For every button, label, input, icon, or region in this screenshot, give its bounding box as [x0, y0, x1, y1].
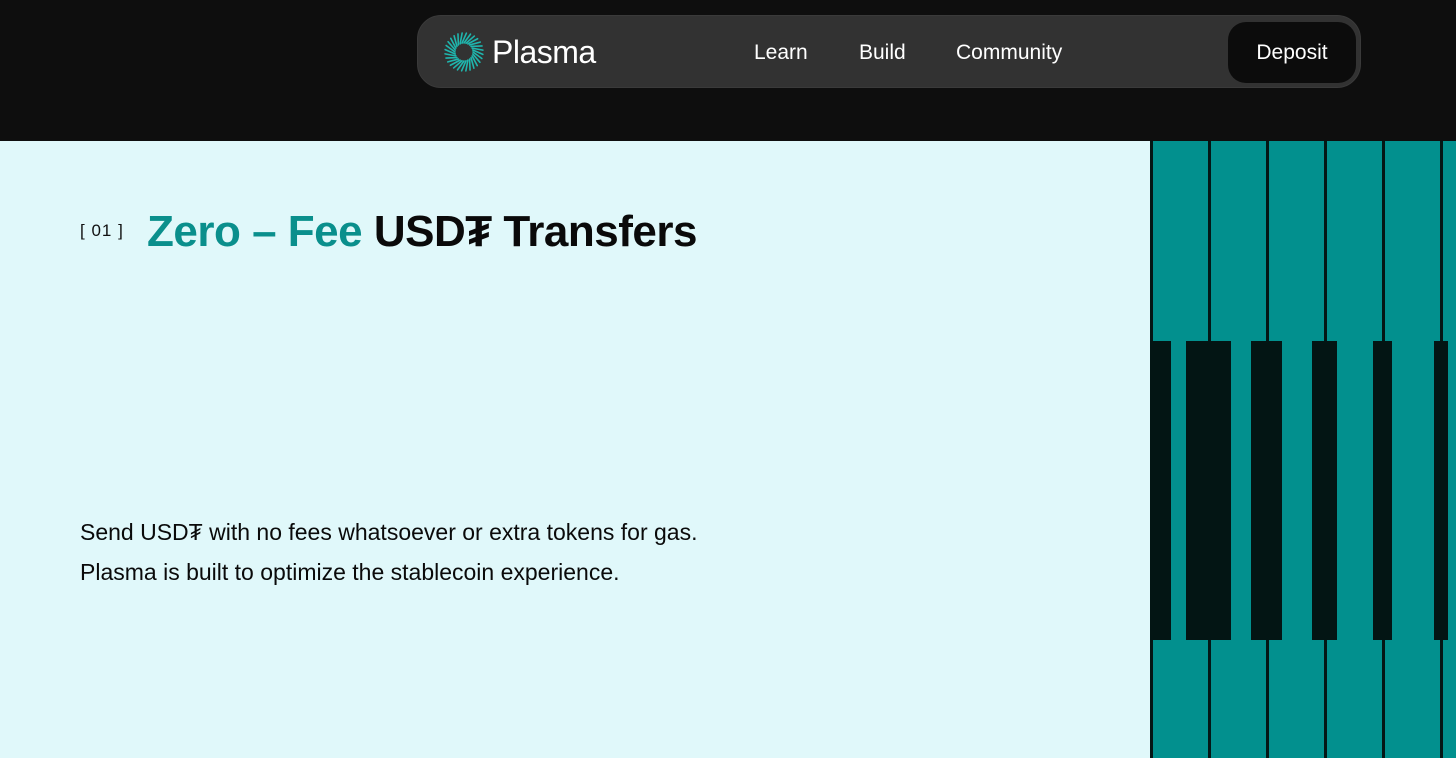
main-navigation: Plasma Learn Build Community Deposit: [417, 15, 1361, 88]
piano-black-key: [1150, 341, 1171, 640]
piano-black-key: [1373, 341, 1392, 640]
hero-headline: Zero – Fee USD₮ Transfers: [147, 205, 697, 259]
piano-black-key: [1434, 341, 1448, 640]
hero-description-line-1: Send USD₮ with no fees whatsoever or ext…: [80, 519, 698, 545]
nav-link-community[interactable]: Community: [956, 40, 1062, 66]
deposit-button[interactable]: Deposit: [1228, 22, 1356, 83]
hero-description-line-2: Plasma is built to optimize the stableco…: [80, 559, 620, 585]
piano-black-key: [1312, 341, 1337, 640]
headline-rest: USD₮ Transfers: [362, 207, 698, 256]
piano-keys-graphic: [1150, 141, 1456, 758]
hero-section: [ 01 ] Zero – Fee USD₮ Transfers Send US…: [0, 141, 1150, 758]
piano-black-key: [1186, 341, 1231, 640]
piano-black-key: [1251, 341, 1282, 640]
nav-link-learn[interactable]: Learn: [754, 40, 808, 66]
brand-name: Plasma: [492, 33, 596, 70]
hero-description: Send USD₮ with no fees whatsoever or ext…: [80, 512, 697, 592]
headline-accent: Zero – Fee: [147, 207, 363, 256]
section-index: [ 01 ]: [80, 221, 124, 240]
plasma-logo-icon: [444, 32, 484, 72]
top-bar: Plasma Learn Build Community Deposit: [0, 0, 1456, 141]
plasma-logo-link[interactable]: Plasma: [442, 30, 596, 74]
nav-link-build[interactable]: Build: [859, 40, 906, 66]
